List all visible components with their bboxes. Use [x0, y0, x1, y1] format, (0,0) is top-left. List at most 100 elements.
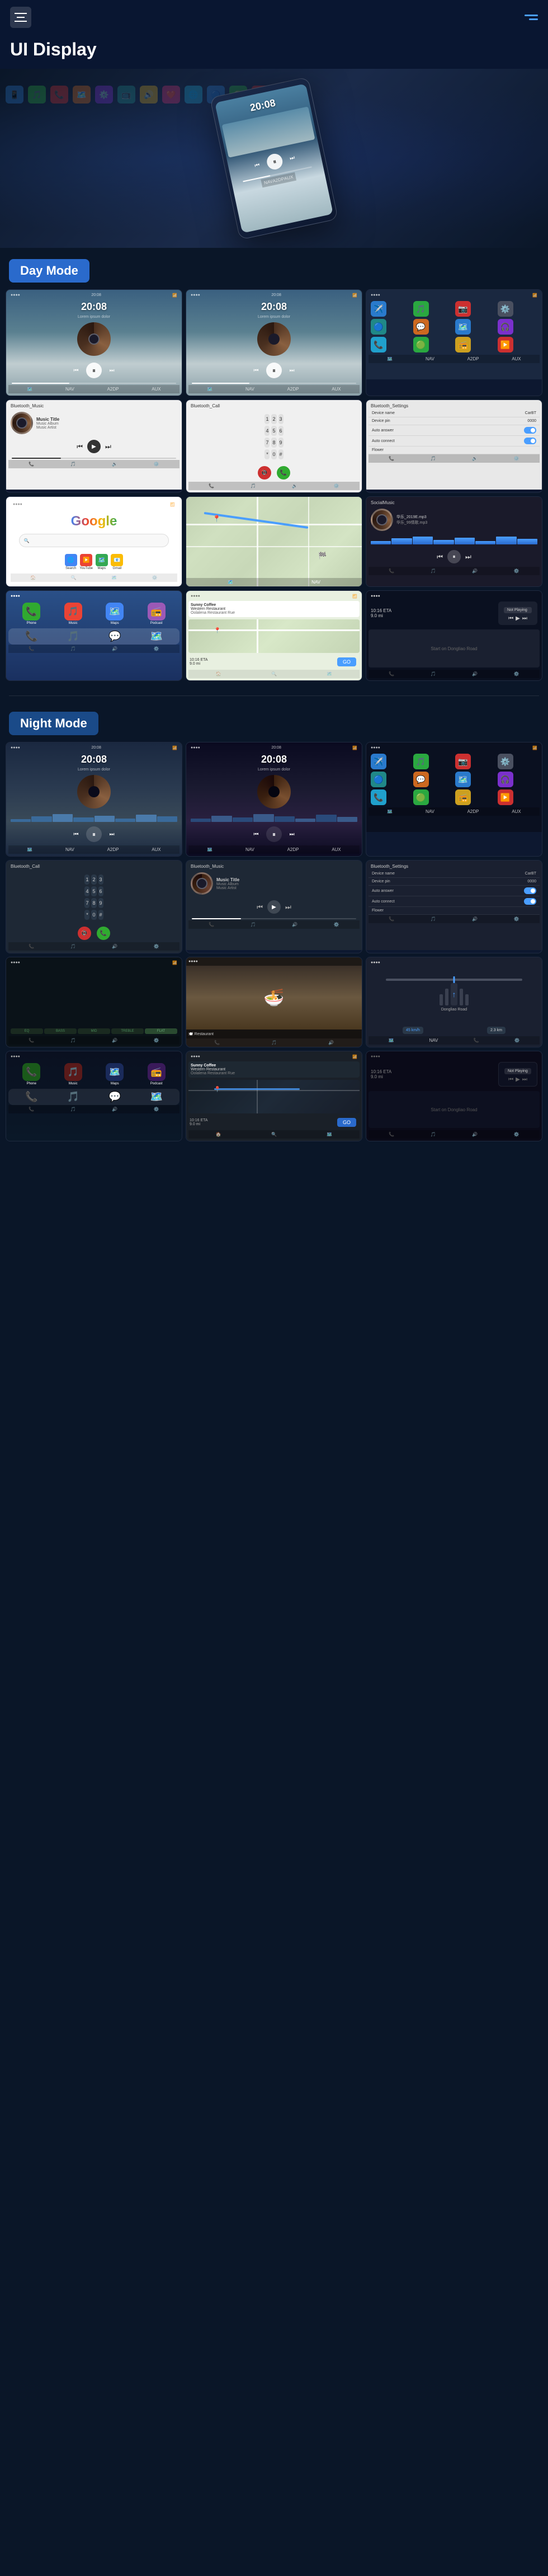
num-star[interactable]: * — [264, 449, 270, 459]
menu-icon[interactable] — [10, 7, 31, 28]
night-np-prev[interactable]: ⏮ — [508, 1077, 513, 1083]
night-auto-connect-toggle[interactable] — [524, 898, 536, 905]
night-next-2[interactable]: ⏭ — [286, 829, 297, 840]
google-app-4[interactable]: 📧 — [111, 554, 123, 566]
night-app-5[interactable]: 🔵 — [371, 772, 386, 787]
end-call-btn[interactable]: 📵 — [258, 466, 271, 480]
eq-btn-1[interactable]: EQ — [11, 1028, 43, 1034]
num-7[interactable]: 7 — [264, 438, 270, 448]
night-bt-next[interactable]: ⏭ — [285, 903, 291, 911]
num-hash[interactable]: # — [278, 449, 284, 459]
num-8[interactable]: 8 — [271, 438, 276, 448]
google-search-bar[interactable]: 🔍 — [19, 534, 169, 547]
night-dock-music[interactable]: 🎵 — [67, 1091, 79, 1103]
prev-btn[interactable]: ⏮ — [251, 159, 264, 172]
night-prev-2[interactable]: ⏮ — [251, 829, 262, 840]
next-day-2[interactable]: ⏭ — [286, 365, 297, 376]
night-prev-1[interactable]: ⏮ — [70, 829, 82, 840]
night-app-12[interactable]: ▶️ — [498, 789, 513, 805]
night-play-2[interactable]: ⏸ — [266, 826, 282, 842]
night-app-4[interactable]: ⚙️ — [498, 754, 513, 769]
night-np-play[interactable]: ▶ — [516, 1077, 520, 1083]
np-play[interactable]: ▶ — [516, 615, 520, 622]
night-app-11[interactable]: 📻 — [455, 789, 471, 805]
carplay-phone[interactable]: 📞 Phone — [12, 603, 51, 625]
app-wechat[interactable]: 💬 — [413, 319, 429, 335]
night-app-10[interactable]: 🟢 — [413, 789, 429, 805]
night-end-call[interactable]: 📵 — [78, 927, 91, 940]
dock-maps[interactable]: 🗺️ — [150, 631, 163, 642]
night-carplay-maps[interactable]: 🗺️ Maps — [95, 1063, 135, 1085]
num-3[interactable]: 3 — [278, 414, 284, 424]
night-carplay-phone[interactable]: 📞 Phone — [12, 1063, 51, 1085]
app-music[interactable]: 🎵 — [413, 301, 429, 317]
dock-messages[interactable]: 💬 — [108, 631, 121, 642]
night-app-9[interactable]: 📞 — [371, 789, 386, 805]
auto-answer-toggle[interactable] — [524, 427, 536, 434]
night-next-1[interactable]: ⏭ — [106, 829, 117, 840]
night-num-6[interactable]: 6 — [98, 886, 103, 896]
social-play[interactable]: ⏸ — [447, 550, 461, 563]
num-9[interactable]: 9 — [278, 438, 284, 448]
next-day-1[interactable]: ⏭ — [106, 365, 117, 376]
eq-btn-5[interactable]: FLAT — [145, 1028, 177, 1034]
play-btn[interactable]: ⏸ — [266, 152, 284, 171]
prev-day-2[interactable]: ⏮ — [251, 365, 262, 376]
night-dock-maps[interactable]: 🗺️ — [150, 1091, 163, 1103]
prev-day-1[interactable]: ⏮ — [70, 365, 82, 376]
bt-prev[interactable]: ⏮ — [77, 443, 83, 451]
carplay-music[interactable]: 🎵 Music — [54, 603, 93, 625]
night-app-3[interactable]: 📷 — [455, 754, 471, 769]
accept-call-btn[interactable]: 📞 — [277, 466, 290, 480]
play-day-1[interactable]: ⏸ — [86, 363, 102, 378]
next-btn[interactable]: ⏭ — [286, 151, 299, 164]
eq-btn-2[interactable]: BASS — [44, 1028, 77, 1034]
app-bt2[interactable]: 🎧 — [498, 319, 513, 335]
night-app-2[interactable]: 🎵 — [413, 754, 429, 769]
night-carplay-music[interactable]: 🎵 Music — [54, 1063, 93, 1085]
app-podcast[interactable]: 📻 — [455, 337, 471, 352]
app-nav[interactable]: 🗺️ — [455, 319, 471, 335]
night-go-button[interactable]: GO — [337, 1118, 356, 1127]
night-num-8[interactable]: 8 — [91, 898, 96, 908]
np-next[interactable]: ⏭ — [522, 615, 527, 622]
app-telegram[interactable]: ✈️ — [371, 301, 386, 317]
bt-next[interactable]: ⏭ — [105, 443, 111, 451]
app-settings[interactable]: ⚙️ — [498, 301, 513, 317]
auto-connect-toggle[interactable] — [524, 438, 536, 444]
google-app-1[interactable]: 🌐 — [65, 554, 77, 566]
night-auto-answer-toggle[interactable] — [524, 887, 536, 894]
night-app-1[interactable]: ✈️ — [371, 754, 386, 769]
social-next[interactable]: ⏭ — [465, 553, 471, 561]
play-day-2[interactable]: ⏸ — [266, 363, 282, 378]
night-num-5[interactable]: 5 — [91, 886, 96, 896]
night-dock-phone[interactable]: 📞 — [25, 1091, 37, 1103]
num-4[interactable]: 4 — [264, 426, 270, 436]
app-bt[interactable]: 🔵 — [371, 319, 386, 335]
num-6[interactable]: 6 — [278, 426, 284, 436]
night-num-2[interactable]: 2 — [91, 875, 96, 885]
night-bt-play[interactable]: ▶ — [267, 900, 281, 914]
num-0[interactable]: 0 — [271, 449, 276, 459]
dock-phone[interactable]: 📞 — [25, 631, 37, 642]
google-app-2[interactable]: ▶️ — [80, 554, 92, 566]
night-bt-prev[interactable]: ⏮ — [257, 903, 263, 911]
night-num-3[interactable]: 3 — [98, 875, 103, 885]
app-phone[interactable]: 📞 — [371, 337, 386, 352]
carplay-podcast[interactable]: 📻 Podcast — [137, 603, 177, 625]
night-num-7[interactable]: 7 — [84, 898, 89, 908]
night-carplay-podcast[interactable]: 📻 Podcast — [137, 1063, 177, 1085]
app-photo[interactable]: 📷 — [455, 301, 471, 317]
google-app-3[interactable]: 🗺️ — [96, 554, 108, 566]
app-social[interactable]: 🟢 — [413, 337, 429, 352]
night-accept-call[interactable]: 📞 — [97, 927, 110, 940]
carplay-maps[interactable]: 🗺️ Maps — [95, 603, 135, 625]
night-num-star[interactable]: * — [84, 910, 89, 920]
dock-music[interactable]: 🎵 — [67, 631, 79, 642]
num-5[interactable]: 5 — [271, 426, 276, 436]
bt-play[interactable]: ▶ — [87, 440, 101, 453]
night-np-next[interactable]: ⏭ — [522, 1077, 527, 1083]
eq-btn-3[interactable]: MID — [78, 1028, 110, 1034]
night-app-7[interactable]: 🗺️ — [455, 772, 471, 787]
night-num-1[interactable]: 1 — [84, 875, 89, 885]
